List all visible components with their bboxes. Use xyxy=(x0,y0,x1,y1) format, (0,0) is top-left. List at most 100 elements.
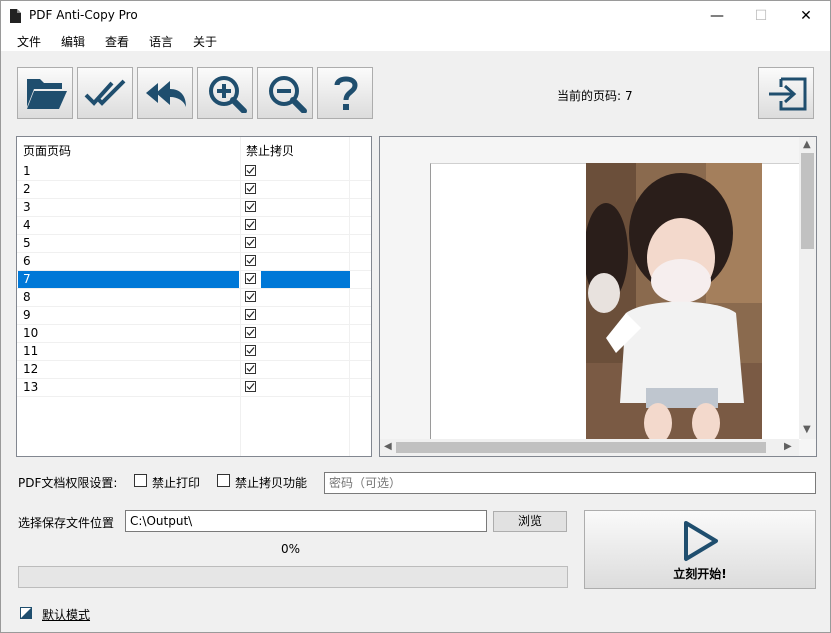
checkmark-icon xyxy=(246,311,255,318)
checkmark-icon xyxy=(246,347,255,354)
checkmark-icon xyxy=(246,293,255,300)
no-copy-row-checkbox[interactable] xyxy=(245,165,256,176)
row-selection-highlight xyxy=(261,271,350,288)
scroll-up-icon[interactable]: ▲ xyxy=(803,139,811,150)
table-row[interactable]: 9 xyxy=(17,307,371,325)
checkmark-icon xyxy=(246,221,255,228)
no-copy-label[interactable]: 禁止拷贝功能 xyxy=(235,474,307,491)
header-page-number[interactable]: 页面页码 xyxy=(23,142,71,159)
no-print-label[interactable]: 禁止打印 xyxy=(152,474,200,491)
menu-about[interactable]: 关于 xyxy=(193,33,217,50)
no-copy-row-checkbox[interactable] xyxy=(245,327,256,338)
exit-icon xyxy=(769,77,807,111)
page-list[interactable]: 页面页码 禁止拷贝 1 2 3 4 5 6 7 8 9 10 11 12 13 xyxy=(16,136,372,457)
zoom-in-icon xyxy=(209,76,247,113)
scroll-left-icon[interactable]: ◀ xyxy=(384,441,392,452)
no-copy-row-checkbox[interactable] xyxy=(245,237,256,248)
menu-edit[interactable]: 编辑 xyxy=(61,33,85,50)
close-button[interactable]: ✕ xyxy=(783,1,829,31)
zoom-out-icon xyxy=(269,76,307,113)
page-number-cell: 3 xyxy=(23,200,31,214)
checkmark-icon xyxy=(246,329,255,336)
horizontal-scroll-thumb[interactable] xyxy=(396,442,766,453)
start-button[interactable]: 立刻开始! xyxy=(584,510,816,589)
no-copy-row-checkbox[interactable] xyxy=(245,183,256,194)
vertical-scroll-thumb[interactable] xyxy=(801,153,814,249)
preview-horizontal-scrollbar[interactable]: ◀ ▶ xyxy=(380,439,799,456)
window-title: PDF Anti-Copy Pro xyxy=(29,8,138,22)
table-row[interactable]: 8 xyxy=(17,289,371,307)
no-copy-row-checkbox[interactable] xyxy=(245,255,256,266)
page-number-cell: 6 xyxy=(23,254,31,268)
menu-view[interactable]: 查看 xyxy=(105,33,129,50)
page-number-cell: 8 xyxy=(23,290,31,304)
current-page-indicator: 当前的页码: 7 xyxy=(557,87,633,104)
table-row[interactable]: 12 xyxy=(17,361,371,379)
zoom-out-button[interactable] xyxy=(257,67,313,119)
undo-all-button[interactable] xyxy=(137,67,193,119)
no-print-checkbox[interactable] xyxy=(134,474,147,487)
checkmark-icon xyxy=(246,203,255,210)
header-no-copy[interactable]: 禁止拷贝 xyxy=(246,142,294,159)
table-row[interactable]: 7 xyxy=(17,271,371,289)
no-copy-row-checkbox[interactable] xyxy=(245,201,256,212)
help-icon xyxy=(334,76,358,110)
page-number-cell: 11 xyxy=(23,344,39,358)
app-window: PDF Anti-Copy Pro — ☐ ✕ 文件 编辑 查看 语言 关于 当… xyxy=(0,0,831,633)
no-copy-row-checkbox[interactable] xyxy=(245,291,256,302)
exit-button[interactable] xyxy=(758,67,814,119)
checkmark-icon xyxy=(246,257,255,264)
undo-all-icon xyxy=(146,81,186,107)
check-all-button[interactable] xyxy=(77,67,133,119)
table-row[interactable]: 10 xyxy=(17,325,371,343)
check-all-icon xyxy=(84,79,126,106)
title-bar: PDF Anti-Copy Pro — ☐ ✕ xyxy=(1,1,830,31)
scroll-right-icon[interactable]: ▶ xyxy=(784,441,792,452)
no-copy-row-checkbox[interactable] xyxy=(245,381,256,392)
current-page-value: 7 xyxy=(625,89,633,103)
table-row[interactable]: 13 xyxy=(17,379,371,397)
zoom-in-button[interactable] xyxy=(197,67,253,119)
table-row[interactable]: 11 xyxy=(17,343,371,361)
help-button[interactable] xyxy=(317,67,373,119)
no-copy-row-checkbox[interactable] xyxy=(245,219,256,230)
page-number-cell: 2 xyxy=(23,182,31,196)
no-copy-row-checkbox[interactable] xyxy=(245,273,256,284)
checkmark-icon xyxy=(246,275,255,282)
preview-vertical-scrollbar[interactable]: ▲ ▼ xyxy=(799,137,816,439)
table-row[interactable]: 5 xyxy=(17,235,371,253)
folder-open-icon xyxy=(27,79,67,109)
open-button[interactable] xyxy=(17,67,73,119)
default-mode-label[interactable]: 默认模式 xyxy=(42,606,90,623)
preview-image xyxy=(586,163,762,439)
permissions-label: PDF文档权限设置: xyxy=(18,476,118,490)
page-number-cell: 1 xyxy=(23,164,31,178)
pdf-preview[interactable]: ▲ ▼ ◀ ▶ xyxy=(379,136,817,457)
maximize-button[interactable]: ☐ xyxy=(738,1,784,31)
app-icon xyxy=(10,9,21,23)
page-number-cell: 7 xyxy=(23,272,31,286)
progress-bar xyxy=(18,566,568,588)
table-row[interactable]: 1 xyxy=(17,163,371,181)
no-copy-row-checkbox[interactable] xyxy=(245,363,256,374)
menu-file[interactable]: 文件 xyxy=(17,33,41,50)
password-input[interactable] xyxy=(324,472,816,494)
page-number-cell: 12 xyxy=(23,362,39,376)
table-row[interactable]: 2 xyxy=(17,181,371,199)
scroll-down-icon[interactable]: ▼ xyxy=(803,424,811,435)
checkmark-icon xyxy=(246,185,255,192)
table-row[interactable]: 3 xyxy=(17,199,371,217)
table-row[interactable]: 4 xyxy=(17,217,371,235)
menu-language[interactable]: 语言 xyxy=(149,33,173,50)
save-path-input[interactable] xyxy=(125,510,487,532)
page-number-cell: 4 xyxy=(23,218,31,232)
browse-button[interactable]: 浏览 xyxy=(493,511,567,532)
page-number-cell: 13 xyxy=(23,380,39,394)
checkmark-icon xyxy=(246,167,255,174)
table-row[interactable]: 6 xyxy=(17,253,371,271)
no-copy-checkbox[interactable] xyxy=(217,474,230,487)
no-copy-row-checkbox[interactable] xyxy=(245,309,256,320)
no-copy-row-checkbox[interactable] xyxy=(245,345,256,356)
play-icon xyxy=(684,521,718,561)
minimize-button[interactable]: — xyxy=(694,1,740,31)
